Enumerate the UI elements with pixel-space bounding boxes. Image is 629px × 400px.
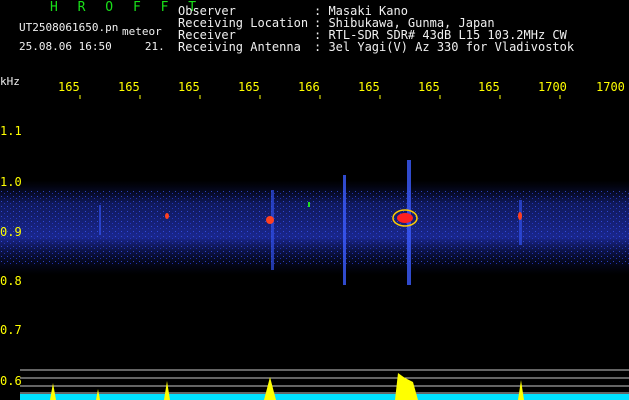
top-ticks <box>79 95 561 99</box>
signal-baseline <box>20 394 629 400</box>
noise-speckle <box>0 190 629 265</box>
y-label: 0.9 <box>0 225 22 239</box>
spectrogram <box>0 95 629 400</box>
y-label: 0.7 <box>0 323 22 337</box>
y-label: 0.6 <box>0 374 22 388</box>
y-label: 1.0 <box>0 175 22 189</box>
y-label: 0.8 <box>0 274 22 288</box>
y-label: 1.1 <box>0 124 22 138</box>
reference-lines <box>20 369 629 394</box>
